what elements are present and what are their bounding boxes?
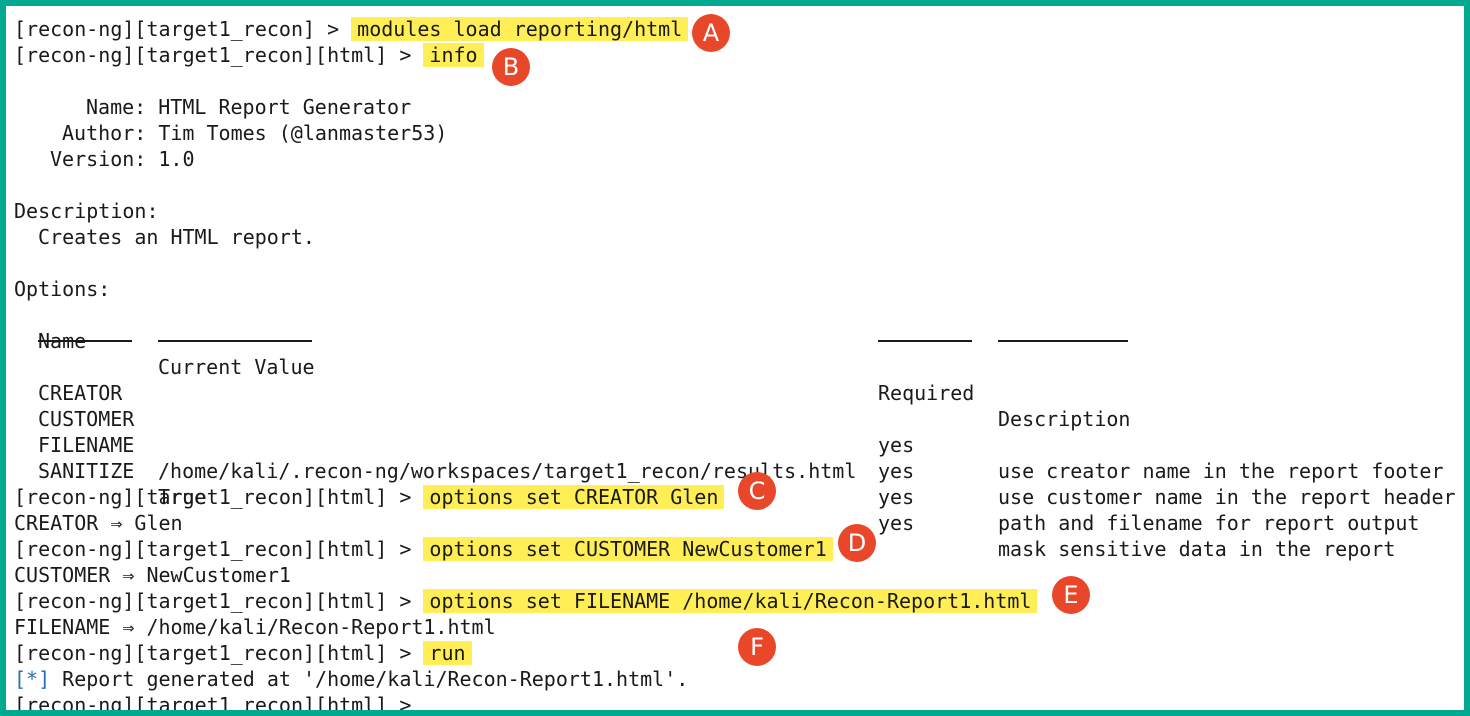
output-run: [*] Report generated at '/home/kali/Reco… xyxy=(14,666,688,692)
callout-badge-c: C xyxy=(738,472,776,510)
prompt: [recon-ng][target1_recon][html] > xyxy=(14,641,424,665)
callout-badge-f: F xyxy=(738,628,776,666)
command-set-customer: options set CUSTOMER NewCustomer1 xyxy=(423,537,833,561)
info-name: Name: HTML Report Generator xyxy=(86,94,411,120)
command-modules-load: modules load reporting/html xyxy=(351,17,689,41)
prompt-line: [recon-ng][target1_recon][html] > run xyxy=(14,640,472,666)
output-creator: CREATOR ⇒ Glen xyxy=(14,511,183,535)
option-required: yes xyxy=(878,511,915,535)
prompt: [recon-ng][target1_recon][html] > xyxy=(14,537,424,561)
header-underline xyxy=(878,340,972,342)
terminal-window: [recon-ng][target1_recon] > modules load… xyxy=(0,0,1470,716)
option-required: yes xyxy=(878,459,915,483)
info-author: Author: Tim Tomes (@lanmaster53) xyxy=(62,120,447,146)
option-name: SANITIZE xyxy=(38,459,135,483)
options-header: Name Current Value Required Description xyxy=(6,302,1464,431)
prompt-line: [recon-ng][target1_recon][html] > option… xyxy=(14,484,725,510)
prompt-line: [recon-ng][target1_recon][html] > option… xyxy=(14,588,1038,614)
info-version: Version: 1.0 xyxy=(50,146,195,172)
command-set-filename: options set FILENAME /home/kali/Recon-Re… xyxy=(423,589,1038,613)
table-row: FILENAME /home/kali/.recon-ng/workspaces… xyxy=(6,406,1464,535)
current-prompt[interactable]: [recon-ng][target1_recon][html] > xyxy=(14,692,411,710)
command-info: info xyxy=(423,43,484,67)
prompt-line: [recon-ng][target1_recon][html] > option… xyxy=(14,536,833,562)
output-customer: CUSTOMER ⇒ NewCustomer1 xyxy=(14,563,291,587)
table-row: SANITIZE True yes mask sensitive data in… xyxy=(6,432,1464,561)
prompt: [recon-ng][target1_recon][html] > xyxy=(14,485,424,509)
header-underline xyxy=(38,340,132,342)
prompt: [recon-ng][target1_recon][html] > xyxy=(14,43,424,67)
callout-badge-d: D xyxy=(838,524,876,562)
option-description: path and filename for report output xyxy=(998,511,1420,535)
command-run: run xyxy=(423,641,472,665)
output-run-text: Report generated at '/home/kali/Recon-Re… xyxy=(50,667,689,691)
option-description: use creator name in the report footer xyxy=(998,459,1444,483)
label: Version: xyxy=(50,147,147,171)
prompt: [recon-ng][target1_recon][html] > xyxy=(14,589,424,613)
prompt-line: [recon-ng][target1_recon][html] > info xyxy=(14,42,484,68)
options-label: Options: xyxy=(14,277,111,301)
label: Name: xyxy=(86,95,147,119)
table-row: CUSTOMER yes use customer name in the re… xyxy=(6,380,1464,509)
header-underline xyxy=(998,340,1128,342)
info-bullet: [*] xyxy=(14,667,51,691)
description-label: Description: xyxy=(14,199,159,223)
option-required: yes xyxy=(878,485,915,509)
prompt-line: [recon-ng][target1_recon] > modules load… xyxy=(14,16,689,42)
command-set-creator: options set CREATOR Glen xyxy=(423,485,725,509)
label: Author: xyxy=(62,121,147,145)
callout-badge-b: B xyxy=(492,48,530,86)
header-underline xyxy=(158,340,312,342)
value: HTML Report Generator xyxy=(158,95,412,119)
prompt: [recon-ng][target1_recon] > xyxy=(14,17,352,41)
callout-badge-e: E xyxy=(1052,576,1090,614)
option-description: use customer name in the report header xyxy=(998,485,1456,509)
value: Tim Tomes (@lanmaster53) xyxy=(158,121,448,145)
option-description: mask sensitive data in the report xyxy=(998,537,1396,561)
value: 1.0 xyxy=(158,147,195,171)
table-row: CREATOR yes use creator name in the repo… xyxy=(6,354,1464,483)
output-filename: FILENAME ⇒ /home/kali/Recon-Report1.html xyxy=(14,615,496,639)
callout-badge-a: A xyxy=(692,14,730,52)
description-text: Creates an HTML report. xyxy=(38,225,315,249)
